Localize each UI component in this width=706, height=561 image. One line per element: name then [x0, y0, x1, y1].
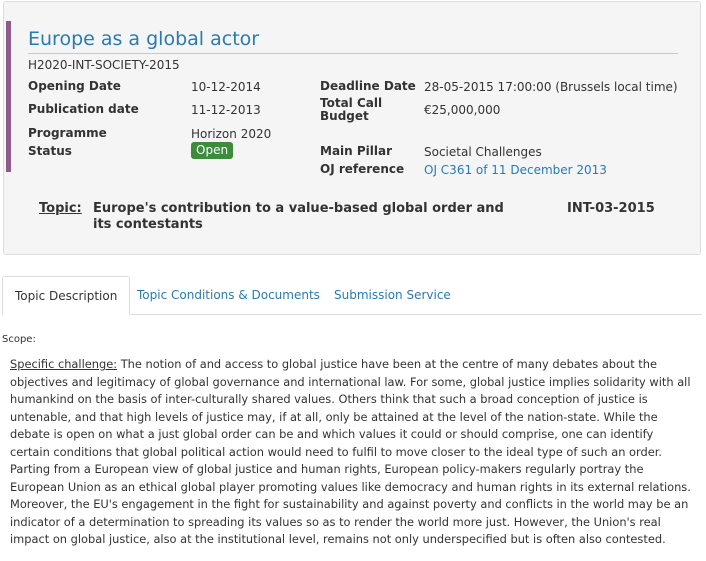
tab-topic-description[interactable]: Topic Description	[2, 276, 131, 315]
oj-reference-value: OJ C361 of 11 December 2013	[424, 163, 607, 177]
oj-reference-link[interactable]: OJ C361 of 11 December 2013	[424, 163, 607, 177]
publication-date-label: Publication date	[28, 102, 139, 116]
scope-label: Scope:	[2, 334, 36, 345]
main-pillar-value: Societal Challenges	[424, 145, 542, 159]
tab-topic-conditions-documents[interactable]: Topic Conditions & Documents	[137, 276, 320, 314]
publication-date-value: 11-12-2013	[191, 103, 261, 117]
budget-label-line2: Budget	[320, 109, 369, 123]
page-title: Europe as a global actor	[28, 28, 260, 50]
oj-reference-label: OJ reference	[320, 162, 405, 176]
topic-tabs: Topic Description Topic Conditions & Doc…	[2, 276, 702, 315]
opening-date-label: Opening Date	[28, 79, 121, 93]
topic-title: Europe's contribution to a value-based g…	[93, 201, 504, 232]
specific-challenge-label: Specific challenge:	[10, 357, 118, 371]
topic-code: INT-03-2015	[567, 201, 655, 216]
specific-challenge-text: The notion of and access to global justi…	[10, 357, 691, 546]
status-label: Status	[28, 144, 72, 158]
status-badge: Open	[191, 142, 234, 159]
deadline-date-value: 28-05-2015 17:00:00 (Brussels local time…	[424, 80, 678, 94]
total-call-budget-value: €25,000,000	[424, 103, 501, 117]
opening-date-value: 10-12-2014	[191, 80, 261, 94]
programme-label: Programme	[28, 126, 107, 140]
call-summary-card: Europe as a global actor H2020-INT-SOCIE…	[3, 1, 701, 255]
main-pillar-label: Main Pillar	[320, 144, 393, 158]
deadline-date-label: Deadline Date	[320, 79, 416, 93]
title-divider	[28, 53, 678, 54]
programme-value: Horizon 2020	[191, 127, 272, 141]
total-call-budget-label: Total Call Budget	[320, 97, 382, 123]
call-identifier: H2020-INT-SOCIETY-2015	[28, 58, 180, 72]
topic-label: Topic:	[39, 201, 82, 216]
accent-bar	[6, 21, 11, 172]
specific-challenge-paragraph: Specific challenge: The notion of and ac…	[10, 356, 696, 549]
tab-submission-service[interactable]: Submission Service	[334, 276, 451, 314]
